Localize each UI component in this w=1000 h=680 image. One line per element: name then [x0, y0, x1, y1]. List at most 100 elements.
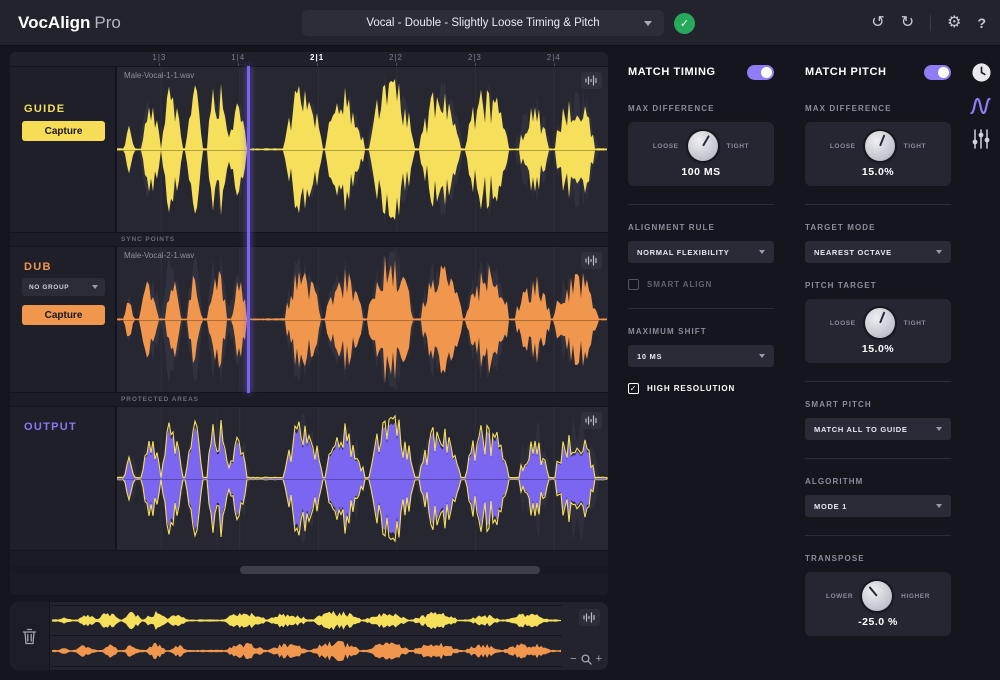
zoom-out-button[interactable]: −: [570, 654, 576, 665]
gear-icon[interactable]: ⚙: [947, 15, 961, 31]
ruler-label: 2|4: [546, 53, 561, 62]
pitch-max-difference-label: MAX DIFFERENCE: [805, 104, 892, 113]
settings-sliders-icon[interactable]: [972, 129, 990, 149]
pitch-target-label: PITCH TARGET: [805, 281, 877, 290]
ruler-label: 2|1: [310, 53, 325, 62]
match-pitch-title: MATCH PITCH: [805, 66, 887, 78]
match-timing-toggle[interactable]: [747, 64, 774, 80]
zoom-in-button[interactable]: +: [596, 654, 602, 665]
guide-track-header: GUIDE Capture: [10, 67, 115, 232]
trash-button[interactable]: [10, 602, 50, 670]
brand-name: VocAlign: [18, 13, 91, 32]
timing-max-difference-knob[interactable]: [687, 131, 718, 161]
maximum-shift-dropdown[interactable]: 10 MS: [628, 345, 774, 367]
chevron-down-icon: [759, 354, 765, 358]
tracks-panel: 1|3 1|4 2|1 2|2 2|3 2|4 GUIDE Capture Male-Vo…: [10, 52, 608, 595]
overview-waveform-edit-icon[interactable]: [579, 609, 600, 626]
dub-waveform-area[interactable]: Male-Vocal-2-1.wav: [115, 247, 608, 392]
knob-tight-label: TIGHT: [726, 142, 750, 150]
guide-waveform-area[interactable]: Male-Vocal-1-1.wav: [115, 67, 608, 232]
alignment-rule-dropdown[interactable]: NORMAL FLEXIBILITY: [628, 241, 774, 263]
chevron-down-icon: [92, 285, 98, 289]
target-mode-value: NEAREST OCTAVE: [814, 247, 892, 257]
transpose-label: TRANSPOSE: [805, 554, 865, 563]
guide-waveform: [117, 67, 607, 232]
sync-points-strip: SYNC POINTS: [10, 232, 608, 246]
topbar-actions: ↺ ↻ ⚙ ?: [871, 0, 986, 46]
overview-dub-lane[interactable]: [51, 636, 562, 667]
transpose-card: LOWER HIGHER -25.0 %: [805, 572, 951, 636]
overview-lanes[interactable]: [51, 605, 562, 667]
sync-points-label: SYNC POINTS: [121, 236, 175, 243]
guide-waveform-edit-icon[interactable]: [581, 72, 602, 89]
knob-tight-label: TIGHT: [903, 319, 927, 327]
divider: [805, 458, 951, 459]
help-icon[interactable]: ?: [977, 16, 986, 30]
horizontal-scrollbar-thumb[interactable]: [240, 566, 540, 574]
redo-icon[interactable]: ↻: [901, 15, 914, 31]
preset-dropdown[interactable]: Vocal - Double - Slightly Loose Timing &…: [302, 10, 664, 36]
high-resolution-checkbox[interactable]: HIGH RESOLUTION: [628, 383, 774, 394]
guide-track-label: GUIDE: [24, 103, 66, 115]
guide-track-row: GUIDE Capture Male-Vocal-1-1.wav: [10, 66, 608, 232]
separator: [930, 15, 932, 31]
brand-suffix: Pro: [94, 13, 121, 32]
chevron-down-icon: [644, 20, 652, 26]
divider: [805, 204, 951, 205]
guide-capture-button[interactable]: Capture: [22, 121, 105, 141]
dub-waveform-edit-icon[interactable]: [581, 252, 602, 269]
algorithm-dropdown[interactable]: MODE 1: [805, 495, 951, 517]
dub-capture-button[interactable]: Capture: [22, 305, 105, 325]
pitch-max-difference-card: LOOSE TIGHT 15.0%: [805, 122, 951, 186]
preset-value: Vocal - Double - Slightly Loose Timing &…: [366, 17, 600, 29]
guide-file-name: Male-Vocal-1-1.wav: [124, 71, 195, 80]
knob-lower-label: LOWER: [825, 592, 854, 600]
vocalign-window: VocAlign Pro Vocal - Double - Slightly Lo…: [0, 0, 1000, 680]
magnifier-icon: [581, 654, 592, 665]
pitch-max-difference-knob[interactable]: [864, 131, 895, 161]
zoom-controls: − +: [570, 654, 602, 665]
chevron-down-icon: [936, 427, 942, 431]
smart-align-checkbox[interactable]: SMART ALIGN: [628, 279, 774, 290]
transpose-value: -25.0 %: [858, 616, 898, 628]
chevron-down-icon: [936, 250, 942, 254]
ruler-label: 2|2: [389, 53, 403, 62]
dub-group-value: NO GROUP: [29, 283, 70, 291]
smart-align-label: SMART ALIGN: [647, 280, 713, 289]
output-track-header: OUTPUT: [10, 407, 115, 550]
output-waveform: [117, 407, 608, 550]
pitch-target-knob[interactable]: [864, 308, 895, 338]
divider: [805, 535, 951, 536]
waveform-view-icon[interactable]: [970, 96, 992, 116]
history-clock-icon[interactable]: [971, 62, 992, 83]
overview-dub-waveform: [52, 640, 561, 662]
undo-icon[interactable]: ↺: [871, 15, 884, 31]
dub-track-header: DUB NO GROUP Capture: [10, 247, 115, 392]
overview-panel: − +: [10, 602, 608, 670]
target-mode-dropdown[interactable]: NEAREST OCTAVE: [805, 241, 951, 263]
knob-higher-label: HIGHER: [901, 592, 931, 600]
overview-guide-lane[interactable]: [51, 605, 562, 636]
chevron-down-icon: [759, 250, 765, 254]
playhead-cursor[interactable]: [247, 66, 250, 393]
divider: [628, 308, 774, 309]
match-pitch-toggle[interactable]: [924, 64, 951, 80]
pitch-target-card: LOOSE TIGHT 15.0%: [805, 299, 951, 363]
preset-saved-check-icon: ✓: [674, 13, 695, 34]
trash-icon: [22, 628, 37, 644]
smart-pitch-dropdown[interactable]: MATCH ALL TO GUIDE: [805, 418, 951, 440]
timeline-ruler[interactable]: 1|3 1|4 2|1 2|2 2|3 2|4: [115, 52, 608, 66]
divider: [628, 204, 774, 205]
dub-file-name: Male-Vocal-2-1.wav: [124, 251, 195, 260]
dub-track-label: DUB: [24, 261, 52, 273]
transpose-knob[interactable]: [862, 581, 893, 611]
chevron-down-icon: [936, 504, 942, 508]
output-waveform-area[interactable]: [115, 407, 608, 550]
ruler-label: 1|3: [152, 53, 167, 62]
dub-waveform: [117, 247, 607, 392]
alignment-rule-label: ALIGNMENT RULE: [628, 223, 715, 232]
high-resolution-label: HIGH RESOLUTION: [647, 384, 736, 393]
output-waveform-edit-icon[interactable]: [581, 412, 602, 429]
divider: [805, 381, 951, 382]
dub-group-dropdown[interactable]: NO GROUP: [22, 278, 105, 296]
